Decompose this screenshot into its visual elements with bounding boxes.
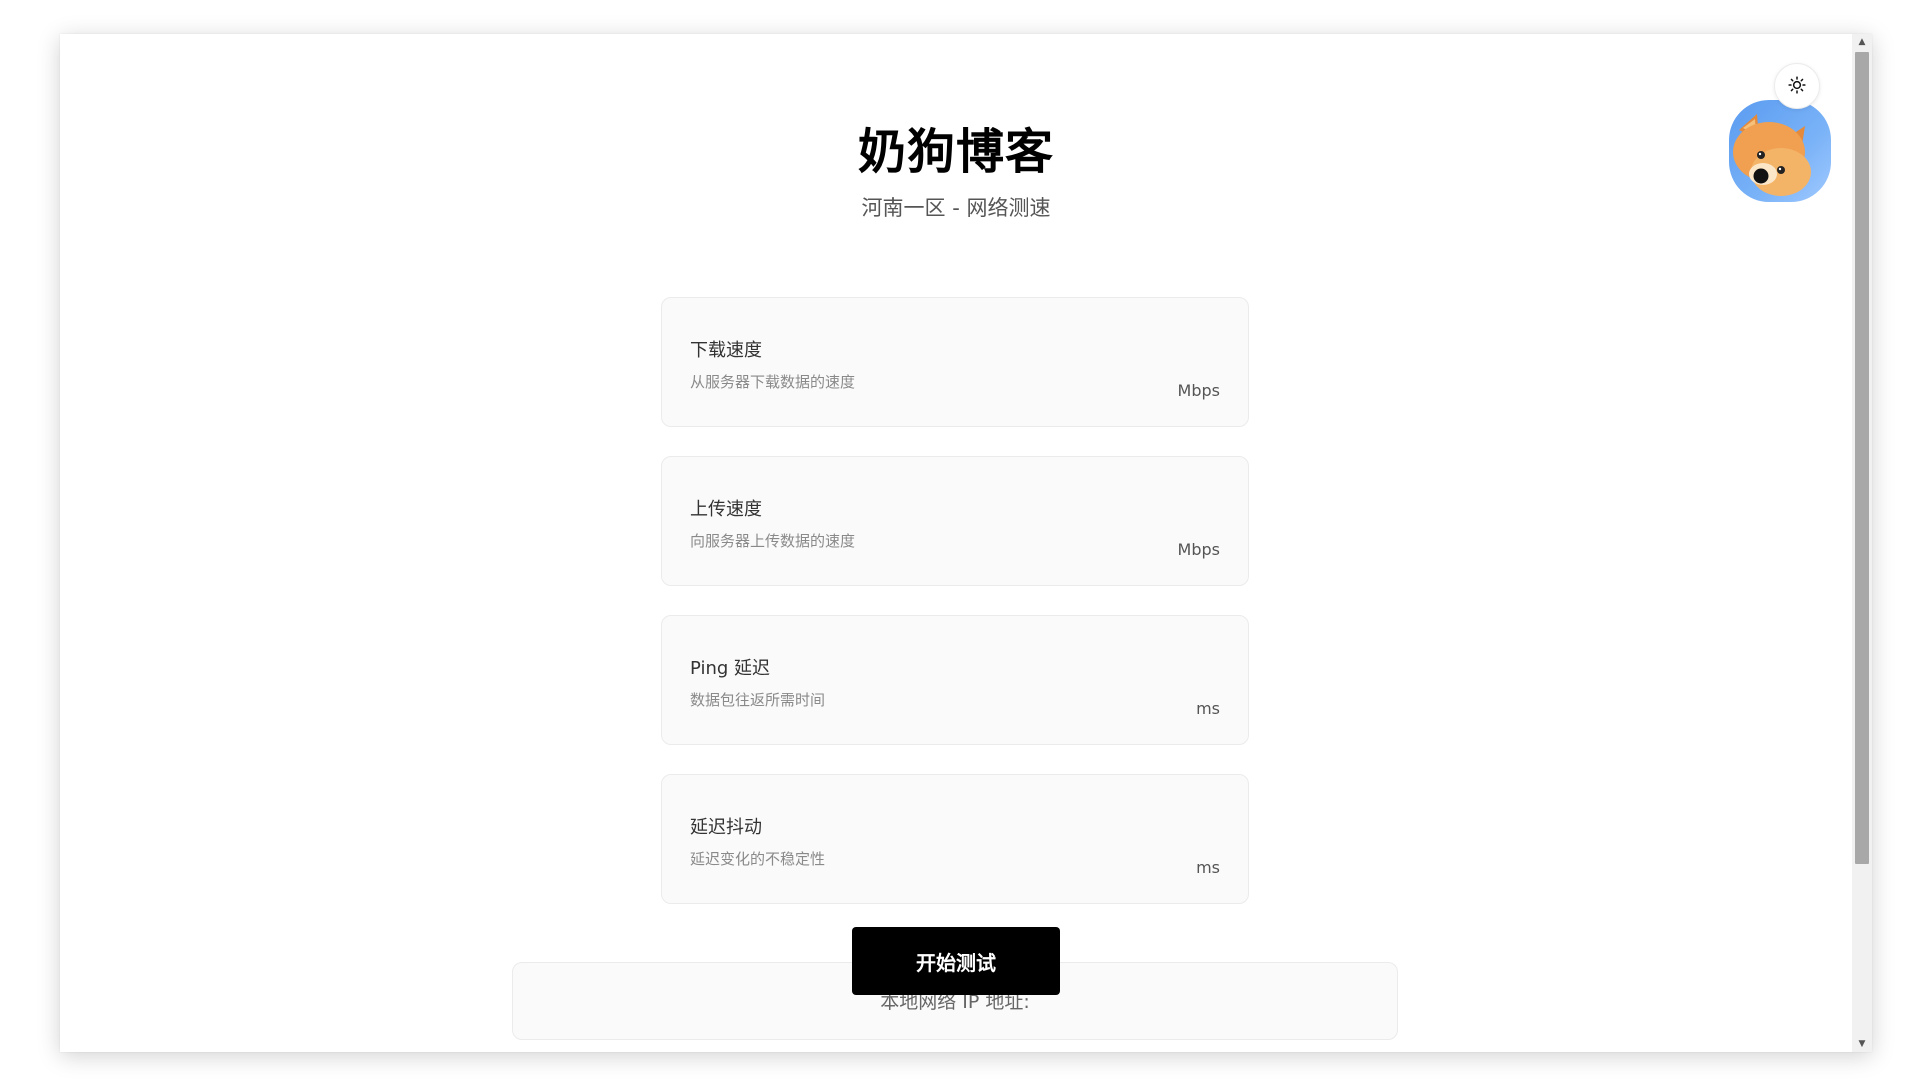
site-subtitle: 河南一区 - 网络测速 — [861, 196, 1051, 220]
theme-toggle-button[interactable] — [1774, 63, 1820, 109]
card-unit: Mbps — [1177, 381, 1220, 400]
card-title: Ping 延迟 — [690, 658, 771, 679]
card-unit: Mbps — [1177, 540, 1220, 559]
card-description: 延迟变化的不稳定性 — [690, 850, 826, 868]
site-title: 奶狗博客 — [857, 124, 1054, 180]
card-unit: ms — [1196, 858, 1220, 877]
card-unit: ms — [1196, 699, 1220, 718]
card-title: 上传速度 — [690, 499, 762, 520]
card-description: 向服务器上传数据的速度 — [690, 532, 856, 550]
card-description: 数据包往返所需时间 — [690, 691, 826, 709]
scroll-thumb[interactable] — [1855, 52, 1869, 864]
scroll-up-arrow-icon[interactable]: ▲ — [1852, 34, 1872, 50]
shiba-dog-icon — [1733, 114, 1811, 196]
sun-icon — [1788, 75, 1806, 97]
browser-window: 奶狗博客 河南一区 - 网络测速 下载速度 从服务器下载数据的速度 Mbps 上… — [60, 34, 1872, 1052]
card-title: 延迟抖动 — [690, 817, 762, 838]
upload-speed-card: 上传速度 向服务器上传数据的速度 Mbps — [661, 456, 1249, 586]
download-speed-card: 下载速度 从服务器下载数据的速度 Mbps — [661, 297, 1249, 427]
card-title: 下载速度 — [690, 340, 762, 361]
start-test-button[interactable]: 开始测试 — [852, 927, 1060, 995]
jitter-card: 延迟抖动 延迟变化的不稳定性 ms — [661, 774, 1249, 904]
page-viewport: 奶狗博客 河南一区 - 网络测速 下载速度 从服务器下载数据的速度 Mbps 上… — [60, 34, 1852, 1052]
vertical-scrollbar[interactable]: ▲ ▼ — [1852, 34, 1872, 1052]
ping-latency-card: Ping 延迟 数据包往返所需时间 ms — [661, 615, 1249, 745]
avatar[interactable] — [1729, 100, 1831, 202]
card-description: 从服务器下载数据的速度 — [690, 373, 856, 391]
scroll-down-arrow-icon[interactable]: ▼ — [1852, 1036, 1872, 1052]
